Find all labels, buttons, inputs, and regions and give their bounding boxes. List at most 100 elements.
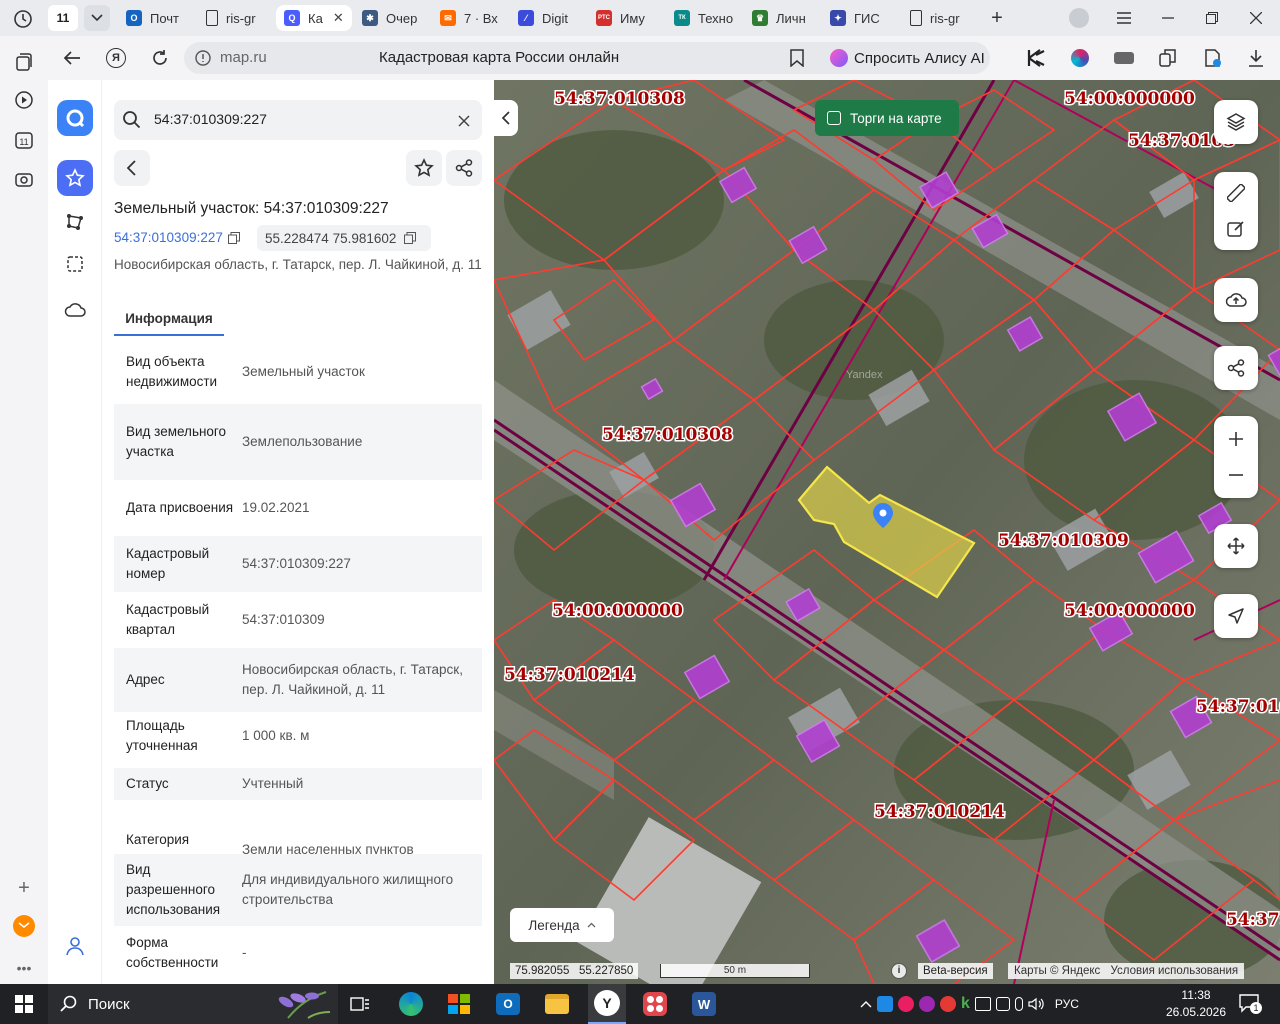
tab-label[interactable]: Ка: [308, 11, 323, 26]
close-window-icon[interactable]: [1244, 6, 1268, 30]
quarter-label[interactable]: 54:37:010308: [601, 424, 735, 447]
legend-button[interactable]: Легенда: [510, 908, 614, 942]
task-view-icon[interactable]: [346, 990, 374, 1018]
minimize-icon[interactable]: [1156, 6, 1180, 30]
extension-shield-icon[interactable]: [1068, 46, 1092, 70]
zoom-out-icon[interactable]: [1214, 457, 1258, 493]
tab-label[interactable]: Digit: [542, 11, 568, 26]
clock[interactable]: 11:38 26.05.2026: [1160, 987, 1232, 1021]
video-icon[interactable]: [12, 88, 36, 112]
cadastral-map[interactable]: Yandex 54:37:010308 54:00:000000 54:37:010…: [494, 80, 1280, 984]
favorite-button[interactable]: [406, 150, 442, 186]
terms-link[interactable]: Условия использования: [1111, 965, 1239, 977]
reload-icon[interactable]: [148, 46, 172, 70]
site-info-icon[interactable]: [194, 49, 212, 67]
coordinates-text[interactable]: 55.228474 75.981602: [265, 231, 396, 246]
tray-red-icon[interactable]: [940, 996, 956, 1012]
search-input[interactable]: 54:37:010309:227: [154, 111, 267, 127]
extension-vpn-icon[interactable]: [1112, 46, 1136, 70]
language-indicator[interactable]: РУС: [1055, 997, 1079, 1011]
edge-browser-icon[interactable]: [397, 990, 425, 1018]
word-icon[interactable]: W: [690, 990, 718, 1018]
clear-search-icon[interactable]: [458, 114, 470, 127]
add-panel-icon[interactable]: +: [12, 876, 36, 900]
collapse-panel-button[interactable]: [494, 100, 518, 136]
store-icon[interactable]: [445, 990, 473, 1018]
browser-tab[interactable]: РТС Иму: [588, 5, 662, 31]
taskbar-search-label[interactable]: Поиск: [88, 996, 130, 1013]
quarter-label[interactable]: 54:00:000000: [1063, 600, 1197, 623]
calendar-icon[interactable]: 11: [12, 128, 36, 152]
browser-tab[interactable]: ТК Техно: [666, 5, 740, 31]
quarter-label[interactable]: 54:00:000000: [1063, 88, 1197, 111]
upload-control[interactable]: [1214, 278, 1258, 322]
tray-app-icon[interactable]: [877, 996, 893, 1012]
copy-icon[interactable]: [227, 231, 240, 244]
quarter-label[interactable]: 54:37:010214: [873, 801, 1007, 824]
cloud-upload-icon[interactable]: [1214, 278, 1258, 322]
url-text[interactable]: map.ru: [220, 49, 267, 66]
browser-tab[interactable]: ris-gr: [198, 5, 272, 31]
layers-control[interactable]: [1214, 100, 1258, 144]
browser-tab[interactable]: Q Ка ✕: [276, 5, 352, 31]
beta-badge[interactable]: Beta-версия: [918, 963, 993, 979]
tray-chat-icon[interactable]: [919, 996, 935, 1012]
extension-copy-icon[interactable]: [1156, 46, 1180, 70]
tab-label[interactable]: Личн: [776, 11, 806, 26]
share-button[interactable]: [446, 150, 482, 186]
mail-app-icon[interactable]: [12, 914, 36, 938]
browser-tab[interactable]: ✱ Очер: [354, 5, 428, 31]
extension-k-icon[interactable]: [1024, 46, 1048, 70]
zoom-control[interactable]: [1214, 416, 1258, 498]
favorites-icon[interactable]: [57, 160, 93, 196]
tab-label[interactable]: Очер: [386, 11, 417, 26]
windows-start-icon[interactable]: [10, 990, 38, 1018]
taskbar-search[interactable]: Поиск: [48, 984, 338, 1024]
tab-information[interactable]: Информация: [114, 302, 224, 336]
profile-avatar[interactable]: [1069, 8, 1089, 28]
coordinates-chip[interactable]: 55.228474 75.981602: [257, 225, 431, 251]
move-icon[interactable]: [1214, 524, 1258, 568]
more-icon[interactable]: •••: [12, 956, 36, 980]
app-logo-icon[interactable]: [57, 100, 93, 136]
tab-label[interactable]: Иму: [620, 11, 645, 26]
clock-time[interactable]: 11:38: [1160, 987, 1232, 1004]
quarter-label[interactable]: 54:37:010214: [503, 664, 637, 687]
bookmark-icon[interactable]: [790, 49, 808, 68]
browser-tab[interactable]: ris-gr: [902, 5, 976, 31]
extension-doc-icon[interactable]: [1200, 46, 1224, 70]
menu-icon[interactable]: [1112, 6, 1136, 30]
tab-counter-button[interactable]: 11: [48, 5, 78, 31]
microphone-icon[interactable]: [1014, 997, 1023, 1011]
search-box[interactable]: 54:37:010309:227: [114, 100, 482, 140]
tab-label[interactable]: ris-gr: [930, 11, 960, 26]
torgi-checkbox[interactable]: [827, 111, 841, 125]
back-icon[interactable]: [60, 46, 84, 70]
tray-shield-icon[interactable]: [898, 996, 914, 1012]
tab-label[interactable]: ris-gr: [226, 11, 256, 26]
collections-icon[interactable]: [12, 50, 36, 74]
downloads-icon[interactable]: [1244, 46, 1268, 70]
back-button[interactable]: [114, 150, 150, 186]
browser-tab[interactable]: ✦ ГИС: [822, 5, 898, 31]
tray-k-icon[interactable]: k: [961, 995, 970, 1013]
zoom-in-icon[interactable]: [1214, 421, 1258, 457]
tray-chevron-icon[interactable]: [860, 1000, 872, 1008]
beta-label[interactable]: Beta-версия: [923, 965, 988, 977]
measure-draw-control[interactable]: [1214, 172, 1258, 250]
quarter-label[interactable]: 54:00:000000: [551, 600, 685, 623]
tab-label[interactable]: Почт: [150, 11, 179, 26]
tab-label[interactable]: 7 · Вх: [464, 11, 498, 26]
cadastral-link-text[interactable]: 54:37:010309:227: [114, 230, 223, 245]
torgi-label[interactable]: Торги на карте: [850, 111, 942, 126]
notification-center-icon[interactable]: 1: [1238, 992, 1262, 1014]
quarter-label[interactable]: 54:37:: [1225, 909, 1280, 932]
cadastral-link[interactable]: 54:37:010309:227: [114, 230, 240, 245]
clock-date[interactable]: 26.05.2026: [1160, 1004, 1232, 1021]
quarter-label[interactable]: 54:37:010309: [997, 530, 1131, 553]
outlook-icon[interactable]: O: [494, 990, 522, 1018]
ruler-icon[interactable]: [1214, 175, 1258, 211]
browser-tab[interactable]: ♛ Личн: [744, 5, 818, 31]
share-map-icon[interactable]: [1214, 346, 1258, 390]
office-app-icon[interactable]: [641, 990, 669, 1018]
